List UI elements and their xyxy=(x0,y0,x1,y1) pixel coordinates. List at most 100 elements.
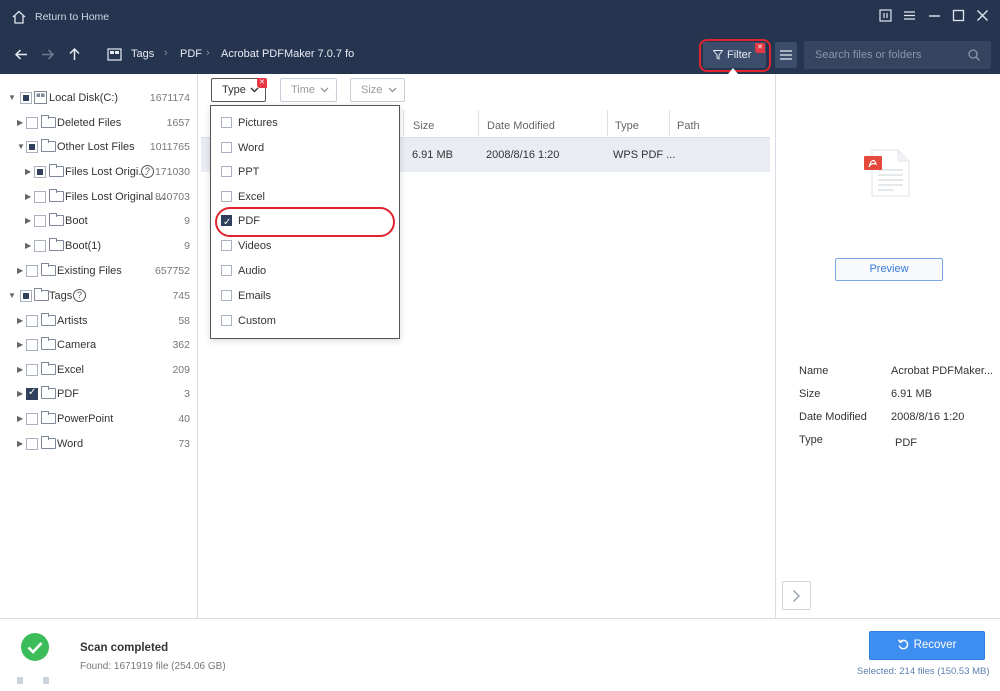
checkbox[interactable] xyxy=(221,117,232,128)
breadcrumb-current[interactable]: Acrobat PDFMaker 7.0.7 fo xyxy=(221,48,354,60)
checkbox[interactable] xyxy=(20,290,32,302)
minimize-icon[interactable] xyxy=(926,9,942,25)
tree-item-excel[interactable]: ▶ Excel 209 xyxy=(0,360,198,380)
time-filter-dropdown[interactable]: Time xyxy=(280,78,337,102)
tree-item-pdf[interactable]: ▶ PDF 3 xyxy=(0,384,198,404)
breadcrumb-tags[interactable]: Tags xyxy=(131,48,154,60)
type-option-word[interactable]: Word xyxy=(221,138,391,158)
checkbox[interactable] xyxy=(221,315,232,326)
checkbox[interactable] xyxy=(26,413,38,425)
type-option-audio[interactable]: Audio xyxy=(221,261,391,281)
column-divider[interactable] xyxy=(403,110,404,136)
back-arrow-icon[interactable] xyxy=(14,48,28,61)
checkbox[interactable] xyxy=(26,141,38,153)
menu-icon[interactable] xyxy=(901,9,917,25)
checkbox[interactable] xyxy=(26,265,38,277)
pause-icon[interactable] xyxy=(17,677,23,684)
expand-caret-icon[interactable]: ▶ xyxy=(17,434,23,454)
expand-caret-icon[interactable]: ▶ xyxy=(17,360,23,380)
column-header-path[interactable]: Path xyxy=(677,114,700,138)
tree-count: 9 xyxy=(184,215,190,227)
stop-icon[interactable] xyxy=(43,677,49,684)
checkbox-checked[interactable] xyxy=(26,387,38,400)
checkbox[interactable] xyxy=(221,166,232,177)
recover-button[interactable]: Recover xyxy=(869,631,985,660)
type-filter-clear-icon[interactable]: ✕ xyxy=(257,78,267,88)
type-option-custom[interactable]: Custom xyxy=(221,311,391,331)
type-option-excel[interactable]: Excel xyxy=(221,187,391,207)
checkbox[interactable] xyxy=(34,191,46,203)
expand-caret-icon[interactable]: ▶ xyxy=(17,384,23,404)
tree-item-tags[interactable]: ▼ Tags ? 745 xyxy=(0,286,198,306)
close-icon[interactable] xyxy=(974,9,990,25)
tree-item-local-disk[interactable]: ▼ Local Disk(C:) 1671174 xyxy=(0,88,198,108)
expand-caret-icon[interactable]: ▶ xyxy=(25,211,31,231)
tree-item-deleted-files[interactable]: ▶ Deleted Files 1657 xyxy=(0,113,198,133)
checkbox[interactable] xyxy=(34,240,46,252)
column-header-size[interactable]: Size xyxy=(413,114,434,138)
type-option-ppt[interactable]: PPT xyxy=(221,162,391,182)
tree-item-boot-1[interactable]: ▶ Boot(1) 9 xyxy=(0,236,198,256)
up-arrow-icon[interactable] xyxy=(68,47,81,61)
checkbox[interactable] xyxy=(34,166,46,178)
expand-caret-icon[interactable]: ▶ xyxy=(25,187,31,207)
preview-button[interactable]: Preview xyxy=(835,258,943,281)
drive-icon xyxy=(34,91,47,104)
tree-item-other-lost-files[interactable]: ▼ Other Lost Files 1011765 xyxy=(0,137,198,157)
checkbox[interactable] xyxy=(26,438,38,450)
type-option-videos[interactable]: Videos xyxy=(221,236,391,256)
help-icon[interactable]: ? xyxy=(73,289,86,302)
checkbox[interactable] xyxy=(26,315,38,327)
scan-status-detail: Found: 1671919 file (254.06 GB) xyxy=(80,661,226,672)
meta-value-date: 2008/8/16 1:20 xyxy=(891,411,965,423)
column-divider[interactable] xyxy=(607,110,608,136)
search-icon[interactable] xyxy=(968,49,980,61)
type-option-emails[interactable]: Emails xyxy=(221,286,391,306)
checkbox[interactable] xyxy=(34,215,46,227)
checkbox[interactable] xyxy=(221,265,232,276)
breadcrumb-pdf[interactable]: PDF xyxy=(180,48,202,60)
feedback-icon[interactable] xyxy=(877,9,893,25)
tree-count: 171030 xyxy=(154,166,190,178)
tree-item-artists[interactable]: ▶ Artists 58 xyxy=(0,311,198,331)
home-button[interactable]: Return to Home xyxy=(12,8,122,26)
tree-item-powerpoint[interactable]: ▶ PowerPoint 40 xyxy=(0,409,198,429)
expand-caret-icon[interactable]: ▼ xyxy=(17,137,25,157)
checkbox[interactable] xyxy=(221,290,232,301)
checkbox[interactable] xyxy=(221,191,232,202)
expand-caret-icon[interactable]: ▶ xyxy=(17,409,23,429)
tree-item-files-lost-origi[interactable]: ▶ Files Lost Origi... ? 171030 xyxy=(0,162,198,182)
maximize-icon[interactable] xyxy=(950,9,966,25)
column-header-type[interactable]: Type xyxy=(615,114,639,138)
expand-caret-icon[interactable]: ▼ xyxy=(8,286,16,306)
tree-item-boot[interactable]: ▶ Boot 9 xyxy=(0,211,198,231)
list-view-button[interactable] xyxy=(775,42,797,68)
expand-caret-icon[interactable]: ▶ xyxy=(25,236,31,256)
search-input[interactable]: Search files or folders xyxy=(804,41,991,69)
forward-arrow-icon[interactable] xyxy=(41,48,55,61)
column-header-date-modified[interactable]: Date Modified xyxy=(487,114,555,138)
column-divider[interactable] xyxy=(669,110,670,136)
expand-caret-icon[interactable]: ▼ xyxy=(8,88,16,108)
tree-item-existing-files[interactable]: ▶ Existing Files 657752 xyxy=(0,261,198,281)
collapse-preview-button[interactable] xyxy=(782,581,811,610)
size-filter-dropdown[interactable]: Size xyxy=(350,78,405,102)
checkbox[interactable] xyxy=(221,240,232,251)
expand-caret-icon[interactable]: ▶ xyxy=(17,113,23,133)
checkbox[interactable] xyxy=(20,92,32,104)
expand-caret-icon[interactable]: ▶ xyxy=(17,261,23,281)
tree-item-camera[interactable]: ▶ Camera 362 xyxy=(0,335,198,355)
expand-caret-icon[interactable]: ▶ xyxy=(25,162,31,182)
help-icon[interactable]: ? xyxy=(141,165,154,178)
column-divider[interactable] xyxy=(478,110,479,136)
checkbox[interactable] xyxy=(26,117,38,129)
type-option-pictures[interactable]: Pictures xyxy=(221,113,391,133)
tree-label: Deleted Files xyxy=(57,117,122,129)
checkbox[interactable] xyxy=(26,364,38,376)
tree-item-files-lost-original[interactable]: ▶ Files Lost Original ... 840703 xyxy=(0,187,198,207)
checkbox[interactable] xyxy=(221,142,232,153)
tree-item-word[interactable]: ▶ Word 73 xyxy=(0,434,198,454)
expand-caret-icon[interactable]: ▶ xyxy=(17,335,23,355)
expand-caret-icon[interactable]: ▶ xyxy=(17,311,23,331)
checkbox[interactable] xyxy=(26,339,38,351)
